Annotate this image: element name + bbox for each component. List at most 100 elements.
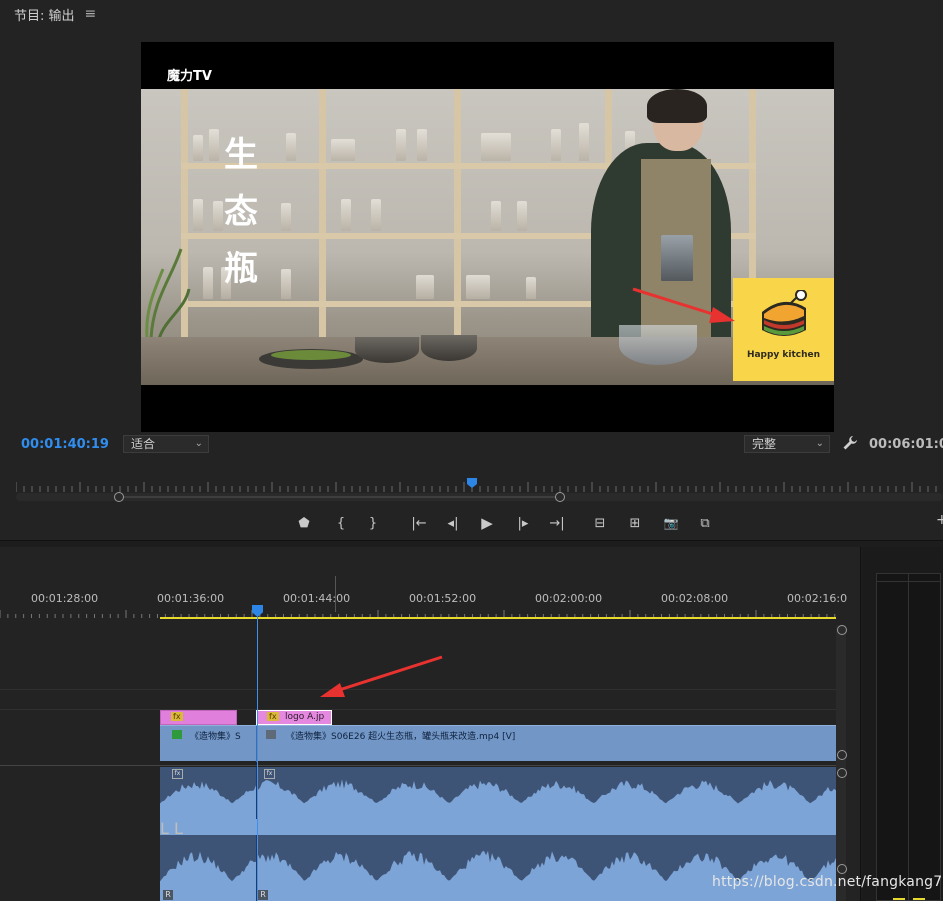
lift-icon[interactable]: ⊟ [589,512,611,534]
export-frame-icon[interactable]: 📷 [660,512,682,534]
jar [396,129,406,161]
jar [209,129,219,161]
jar [466,275,490,299]
plant-illustration [145,248,191,339]
fx-badge: fx [264,769,275,779]
work-area-bar[interactable] [160,617,836,619]
jar [517,201,527,231]
ruler-label: 00:01:44:00 [283,592,351,605]
hamburger-icon[interactable]: ≡ [85,6,97,22]
track-divider [0,765,838,766]
step-back-icon[interactable]: ◂| [442,512,464,534]
waveform-left [160,779,836,819]
audio-clip-left[interactable]: fx fx [160,767,836,819]
panel-title[interactable]: 节目: 输出 [14,5,75,24]
scroll-handle[interactable] [837,768,847,778]
sequence-duration: 00:06:01:08 [869,437,943,452]
clip-name: 《造物集》S [190,732,241,742]
watermark: https://blog.csdn.net/fangkang7 [712,874,943,890]
jar [551,129,561,161]
step-forward-icon[interactable]: |▸ [512,512,534,534]
fx-badge: fx [267,712,279,721]
jar [417,129,427,161]
go-to-in-icon[interactable]: |← [408,512,430,534]
title-char: 态 [224,192,258,232]
jar [526,277,536,299]
marker-icon[interactable]: ⬟ [293,512,315,534]
premiere-window: 节目: 输出 ≡ 魔力TV 生 态 瓶 Happy kitchen 00:01:… [0,0,943,901]
mark-out-icon[interactable]: } [362,512,384,534]
happy-kitchen-logo: Happy kitchen [733,278,834,381]
jar [416,275,434,299]
video-clip[interactable]: 《造物集》S 《造物集》S06E26 超火生态瓶，罐头瓶来改造.mp4 [V] [160,725,836,762]
ruler-label: 00:01:36:00 [157,592,225,605]
fx-badge [172,730,182,739]
fx-badge: fx [172,769,183,779]
ruler-label: 00:02:16:0 [787,592,848,605]
title-char: 瓶 [224,249,258,289]
scroll-handle[interactable] [837,750,847,760]
playback-quality-select[interactable]: 完整 ⌄ [744,435,830,453]
jar [331,139,355,161]
video-frame[interactable]: 魔力TV 生 态 瓶 Happy kitchen [141,42,834,432]
jar [281,203,291,231]
play-icon[interactable]: ▶ [476,512,498,534]
zoom-handle-right[interactable] [555,492,565,502]
channel-brand: 魔力TV [167,69,212,84]
transport-controls: ⬟ { } |← ◂| ▶ |▸ →| ⊟ ⊞ 📷 ⧉ [0,512,943,534]
go-to-out-icon[interactable]: →| [546,512,568,534]
timeline-panel: 00:01:28:00 00:01:36:00 00:01:44:00 00:0… [0,547,861,901]
timeline-ruler[interactable]: 00:01:28:00 00:01:36:00 00:01:44:00 00:0… [0,586,861,618]
quality-value: 完整 [752,437,777,451]
ruler-label: 00:01:28:00 [31,592,99,605]
held-jar [661,235,693,281]
clip-name: logo A.jp [285,712,325,722]
logo-image-clip[interactable]: fx logo A.jp [256,710,332,725]
jar [491,201,501,231]
cake-icon [762,290,807,336]
wrench-icon[interactable] [842,435,858,451]
jar [371,199,381,231]
fit-zoom-value: 适合 [131,437,156,451]
channel-label-r: R [163,890,173,900]
audio-meter [876,573,941,901]
annotation-arrow [320,655,443,697]
jar [193,199,203,231]
scroll-handle[interactable] [837,864,847,874]
fx-badge [266,730,276,739]
fx-badge: fx [171,712,183,721]
woman-figure [581,89,731,363]
audio-clip-right[interactable]: R R [160,835,836,901]
zoom-handle-left[interactable] [114,492,124,502]
moss [271,350,351,360]
jar [193,135,203,161]
program-monitor-panel: 节目: 输出 ≡ 魔力TV 生 态 瓶 Happy kitchen 00:01:… [0,0,943,541]
bowl [355,337,419,363]
ruler-marker-line [335,576,336,612]
add-button-icon[interactable]: + [936,512,943,528]
ruler-label: 00:02:00:00 [535,592,603,605]
jar [203,267,213,299]
glass-bowl [619,325,697,365]
logo-text: Happy kitchen [746,350,821,360]
graphic-clip[interactable]: fx [160,710,237,725]
bowl [421,335,477,361]
current-timecode[interactable]: 00:01:40:19 [21,437,109,452]
video-scene: 生 态 瓶 Happy kitchen [141,89,834,385]
extract-icon[interactable]: ⊞ [624,512,646,534]
fit-zoom-select[interactable]: 适合 ⌄ [123,435,209,453]
zoom-range[interactable] [119,496,560,498]
channel-label-r: R [258,890,268,900]
scroll-handle[interactable] [837,625,847,635]
program-monitor-header: 节目: 输出 ≡ [0,0,943,28]
title-char: 生 [224,135,258,175]
compare-icon[interactable]: ⧉ [694,512,716,534]
jar [281,269,291,299]
jar [286,133,296,161]
track-divider [0,689,838,690]
mark-in-icon[interactable]: { [330,512,352,534]
monitor-time-ruler[interactable] [16,478,943,492]
table [141,337,834,385]
clip-name: 《造物集》S06E26 超火生态瓶，罐头瓶来改造.mp4 [V] [286,732,516,742]
timeline-vertical-scrollbar[interactable] [836,625,846,901]
